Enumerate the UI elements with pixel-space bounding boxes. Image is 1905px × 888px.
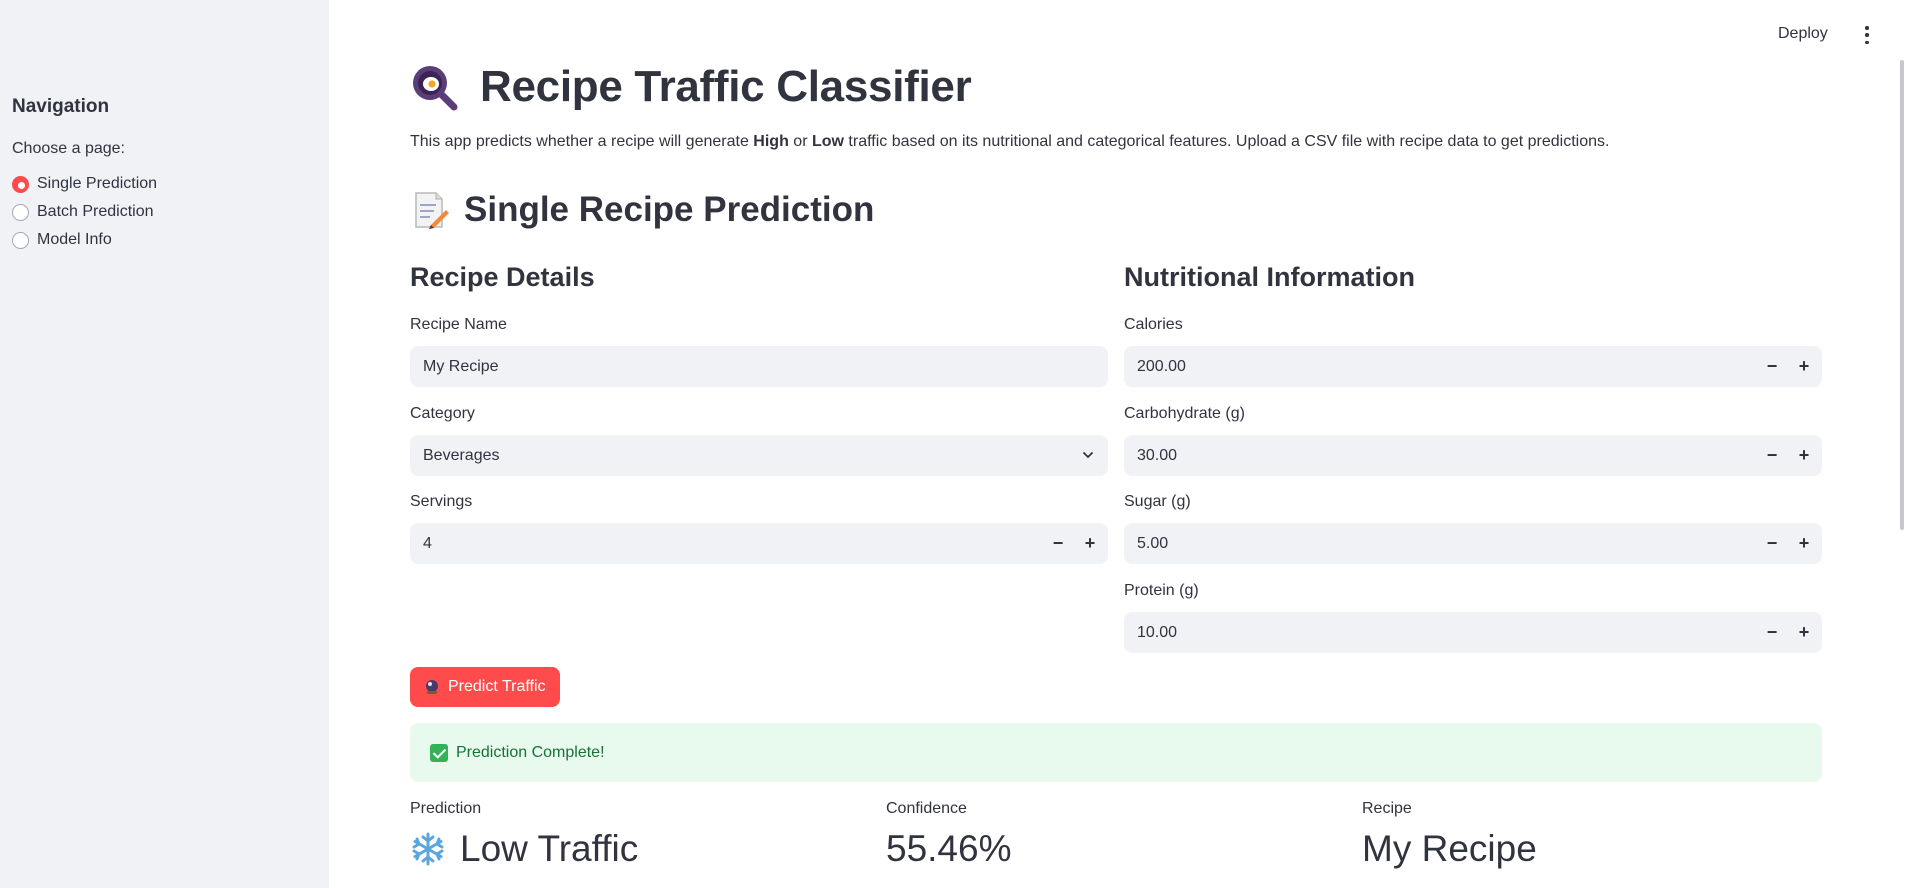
- scrollbar-thumb[interactable]: [1900, 60, 1904, 530]
- carbohydrate-value: 30.00: [1137, 446, 1178, 464]
- scrollbar[interactable]: [1899, 0, 1905, 888]
- increment-button[interactable]: +: [1074, 523, 1106, 564]
- carbohydrate-input[interactable]: 30.00 − +: [1124, 435, 1822, 476]
- confidence-label: Confidence: [886, 800, 967, 817]
- radio-single-prediction[interactable]: Single Prediction: [12, 170, 157, 198]
- predict-traffic-button[interactable]: Predict Traffic: [410, 667, 560, 707]
- confidence-value: 55.46%: [886, 828, 1012, 869]
- memo-icon: [415, 192, 449, 229]
- sugar-field: Sugar (g) 5.00 − +: [1124, 493, 1822, 564]
- radio-label: Single Prediction: [37, 175, 158, 192]
- carbohydrate-field: Carbohydrate (g) 30.00 − +: [1124, 405, 1822, 476]
- sidebar-prompt: Choose a page:: [12, 140, 125, 157]
- radio-button-selected[interactable]: [12, 175, 29, 193]
- decrement-button[interactable]: −: [1756, 523, 1788, 564]
- radio-label: Batch Prediction: [37, 203, 154, 220]
- category-label: Category: [410, 405, 475, 422]
- recipe-value: My Recipe: [1362, 828, 1537, 869]
- recipe-name-label: Recipe Name: [410, 316, 507, 333]
- check-icon: [430, 743, 448, 762]
- sugar-label: Sugar (g): [1124, 493, 1191, 510]
- calories-value: 200.00: [1137, 357, 1186, 375]
- radio-button[interactable]: [12, 231, 29, 249]
- prediction-metric: Prediction Low Traffic: [410, 800, 638, 870]
- servings-input[interactable]: 4 − +: [410, 523, 1108, 564]
- protein-value: 10.00: [1137, 623, 1178, 641]
- protein-input[interactable]: 10.00 − +: [1124, 612, 1822, 653]
- increment-button[interactable]: +: [1788, 612, 1820, 653]
- servings-label: Servings: [410, 493, 473, 510]
- nutritional-info-heading: Nutritional Information: [1124, 262, 1415, 292]
- carbohydrate-label: Carbohydrate (g): [1124, 405, 1245, 422]
- deploy-button[interactable]: Deploy: [1778, 25, 1828, 43]
- protein-field: Protein (g) 10.00 − +: [1124, 582, 1822, 653]
- radio-model-info[interactable]: Model Info: [12, 226, 157, 254]
- calories-field: Calories 200.00 − +: [1124, 316, 1822, 387]
- recipe-metric: Recipe My Recipe: [1362, 800, 1537, 870]
- decrement-button[interactable]: −: [1756, 612, 1788, 653]
- recipe-name-field: Recipe Name My Recipe: [410, 316, 1108, 387]
- success-alert: Prediction Complete!: [410, 723, 1822, 782]
- kebab-menu-icon[interactable]: [1864, 26, 1870, 44]
- calories-label: Calories: [1124, 316, 1183, 333]
- page-radio-group: Single Prediction Batch Prediction Model…: [12, 170, 157, 254]
- predict-button-label: Predict Traffic: [448, 678, 546, 695]
- radio-button[interactable]: [12, 203, 29, 221]
- section-title-row: Single Recipe Prediction: [410, 190, 874, 230]
- decrement-button[interactable]: −: [1042, 523, 1074, 564]
- recipe-details-heading: Recipe Details: [410, 262, 595, 292]
- alert-text: Prediction Complete!: [456, 743, 605, 761]
- category-field: Category Beverages: [410, 405, 1108, 476]
- page-title: Recipe Traffic Classifier: [480, 62, 972, 111]
- chevron-down-icon: [1083, 452, 1093, 458]
- snowflake-icon: [412, 832, 444, 866]
- nutritional-info-column: Nutritional Information Calories 200.00 …: [1124, 262, 1822, 653]
- increment-button[interactable]: +: [1788, 523, 1820, 564]
- recipe-label: Recipe: [1362, 800, 1412, 817]
- recipe-details-column: Recipe Details Recipe Name My Recipe Cat…: [410, 262, 1108, 564]
- increment-button[interactable]: +: [1788, 346, 1820, 387]
- protein-label: Protein (g): [1124, 582, 1199, 599]
- sugar-input[interactable]: 5.00 − +: [1124, 523, 1822, 564]
- confidence-metric: Confidence 55.46%: [886, 800, 1012, 870]
- sidebar-title: Navigation: [12, 96, 110, 117]
- title-row: Recipe Traffic Classifier: [410, 62, 972, 112]
- sidebar: Navigation Choose a page: Single Predict…: [0, 0, 329, 888]
- servings-field: Servings 4 − +: [410, 493, 1108, 564]
- category-select[interactable]: Beverages: [410, 435, 1108, 476]
- prediction-value-row: Low Traffic: [410, 828, 638, 870]
- servings-value: 4: [423, 534, 432, 552]
- radio-label: Model Info: [37, 231, 112, 248]
- increment-button[interactable]: +: [1788, 435, 1820, 476]
- recipe-name-input[interactable]: My Recipe: [410, 346, 1108, 387]
- app-description: This app predicts whether a recipe will …: [410, 133, 1610, 150]
- decrement-button[interactable]: −: [1756, 346, 1788, 387]
- category-selected-value: Beverages: [423, 446, 500, 464]
- decrement-button[interactable]: −: [1756, 435, 1788, 476]
- section-title: Single Recipe Prediction: [464, 190, 875, 229]
- radio-batch-prediction[interactable]: Batch Prediction: [12, 198, 157, 226]
- frying-pan-icon: [413, 66, 458, 111]
- crystal-ball-icon: [426, 680, 438, 694]
- prediction-label: Prediction: [410, 800, 482, 817]
- prediction-value: Low Traffic: [460, 828, 639, 869]
- sugar-value: 5.00: [1137, 534, 1169, 552]
- calories-input[interactable]: 200.00 − +: [1124, 346, 1822, 387]
